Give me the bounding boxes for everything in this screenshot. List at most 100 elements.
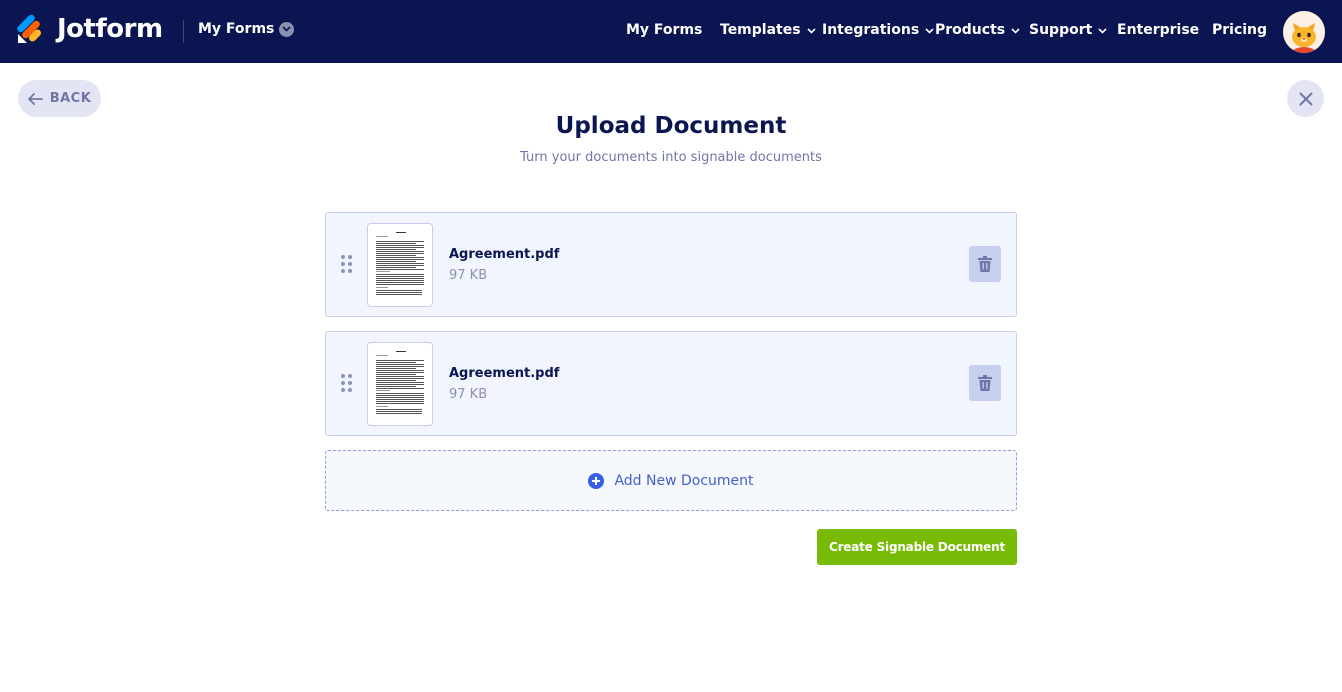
delete-document-button[interactable]: [969, 246, 1001, 282]
chevron-down-icon: [1098, 22, 1107, 38]
trash-icon: [978, 256, 992, 272]
thumbnail-text-line: [376, 249, 416, 250]
thumbnail-text-line: [396, 232, 406, 233]
nav-label: Enterprise: [1117, 22, 1200, 38]
plus-circle-icon: [588, 472, 605, 489]
thumbnail-text-line: [376, 251, 424, 252]
trash-icon: [978, 375, 992, 391]
nav-label: Templates: [720, 22, 801, 38]
thumbnail-text-line: [376, 372, 424, 373]
jotform-logo[interactable]: Jotform: [17, 14, 163, 44]
thumbnail-text-line: [376, 384, 424, 385]
nav-integrations[interactable]: Integrations: [822, 22, 934, 38]
thumbnail-text-line: [376, 274, 424, 275]
thumbnail-text-line: [376, 401, 424, 402]
thumbnail-text-line: [376, 265, 424, 266]
delete-document-button[interactable]: [969, 365, 1001, 401]
thumbnail-text-line: [376, 261, 416, 262]
workspace-dropdown-label: My Forms: [198, 21, 275, 37]
chevron-down-icon: [279, 21, 295, 37]
nav-label: Products: [935, 22, 1006, 38]
thumbnail-text-line: [376, 386, 416, 387]
thumbnail-text-line: [376, 413, 422, 414]
thumbnail-text-line: [376, 366, 424, 367]
user-avatar[interactable]: [1283, 11, 1325, 53]
chevron-down-icon: [806, 22, 816, 38]
thumbnail-text-line: [376, 388, 424, 389]
thumbnail-text-line: [376, 374, 416, 375]
nav-my-forms[interactable]: My Forms: [626, 22, 702, 38]
thumbnail-text-line: [376, 376, 424, 377]
header-divider: [183, 20, 184, 43]
thumbnail-text-line: [376, 259, 424, 260]
thumbnail-text-line: [376, 257, 424, 258]
nav-label: Pricing: [1212, 22, 1268, 38]
thumbnail-text-line: [376, 294, 422, 295]
workspace-dropdown[interactable]: My Forms: [198, 21, 295, 37]
nav-label: My Forms: [626, 22, 703, 38]
thumbnail-text-line: [376, 278, 424, 279]
thumbnail-text-line: [376, 406, 388, 407]
thumbnail-text-line: [376, 409, 422, 410]
thumbnail-text-line: [376, 280, 424, 281]
brand-name: Jotform: [57, 14, 163, 44]
thumbnail-text-line: [376, 236, 388, 237]
thumbnail-text-line: [376, 395, 424, 396]
thumbnail-text-line: [376, 245, 424, 246]
jotform-logo-icon: [17, 14, 45, 44]
back-button[interactable]: BACK: [18, 80, 101, 117]
thumbnail-text-line: [376, 393, 424, 394]
nav-products[interactable]: Products: [935, 22, 1020, 38]
chevron-down-icon: [1011, 22, 1020, 38]
top-navbar: Jotform My Forms My Forms Templates Inte…: [0, 0, 1342, 63]
page-title: Upload Document: [555, 113, 787, 139]
nav-enterprise[interactable]: Enterprise: [1117, 22, 1199, 38]
document-thumbnail: [367, 223, 433, 307]
thumbnail-text-line: [376, 360, 424, 361]
document-name: Agreement.pdf: [449, 366, 560, 381]
create-signable-document-button[interactable]: Create Signable Document: [817, 529, 1017, 565]
thumbnail-text-line: [376, 271, 390, 272]
document-size: 97 KB: [449, 268, 488, 283]
thumbnail-text-line: [376, 370, 424, 371]
drag-handle-icon[interactable]: [341, 255, 353, 275]
drag-handle-icon[interactable]: [341, 374, 353, 394]
thumbnail-text-line: [376, 403, 424, 404]
back-button-label: BACK: [49, 91, 92, 106]
add-new-document-button[interactable]: Add New Document: [325, 450, 1017, 511]
nav-support[interactable]: Support: [1029, 22, 1107, 38]
thumbnail-text-line: [376, 380, 416, 381]
nav-pricing[interactable]: Pricing: [1212, 22, 1267, 38]
thumbnail-text-line: [376, 241, 424, 242]
thumbnail-text-line: [376, 287, 388, 288]
nav-templates[interactable]: Templates: [720, 22, 816, 38]
close-button[interactable]: [1287, 80, 1324, 117]
thumbnail-text-line: [376, 247, 424, 248]
thumbnail-text-line: [376, 290, 422, 291]
close-icon: [1299, 92, 1312, 105]
thumbnail-text-line: [376, 411, 422, 412]
thumbnail-text-line: [376, 255, 416, 256]
thumbnail-text-line: [376, 243, 416, 244]
document-card: Agreement.pdf 97 KB: [325, 212, 1017, 317]
thumbnail-text-line: [376, 390, 390, 391]
thumbnail-text-line: [376, 364, 424, 365]
thumbnail-text-line: [376, 276, 424, 277]
thumbnail-text-line: [376, 269, 424, 270]
thumbnail-text-line: [376, 378, 424, 379]
add-new-document-label: Add New Document: [614, 472, 754, 489]
thumbnail-text-line: [376, 362, 416, 363]
thumbnail-text-line: [396, 351, 406, 352]
nav-label: Support: [1029, 22, 1093, 38]
chevron-down-icon: [925, 22, 934, 38]
nav-label: Integrations: [822, 22, 920, 38]
thumbnail-text-line: [376, 267, 416, 268]
thumbnail-text-line: [376, 284, 424, 285]
thumbnail-text-line: [376, 263, 424, 264]
thumbnail-text-line: [376, 382, 424, 383]
arrow-left-icon: [27, 92, 43, 105]
thumbnail-text-line: [376, 355, 388, 356]
cat-avatar-icon: [1283, 11, 1325, 53]
thumbnail-text-line: [376, 292, 422, 293]
thumbnail-text-line: [376, 368, 416, 369]
